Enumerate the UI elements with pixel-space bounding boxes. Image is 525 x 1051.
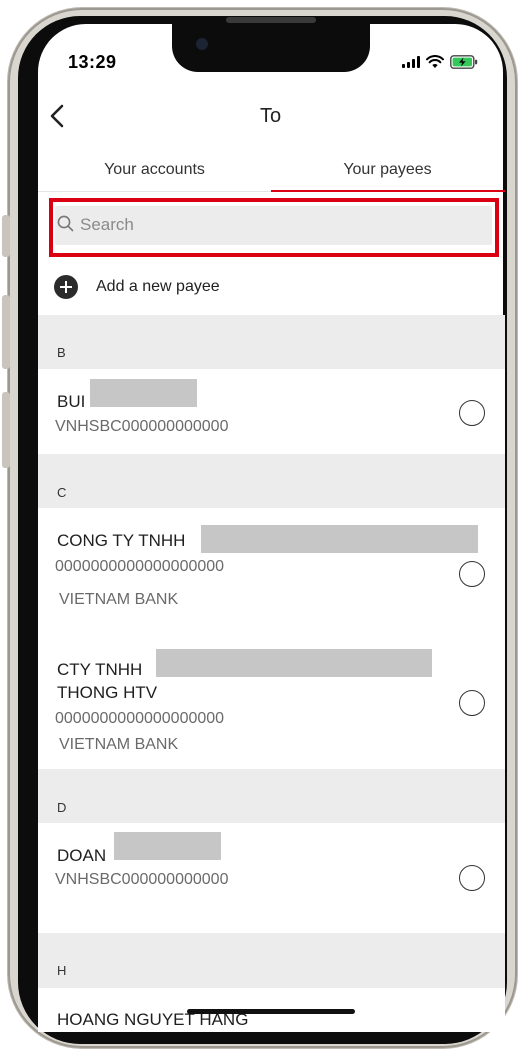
add-new-payee-button[interactable]: Add a new payee bbox=[54, 274, 220, 300]
payee-name-line-2: THONG HTV bbox=[57, 683, 158, 702]
add-circle-icon bbox=[54, 275, 78, 299]
redacted-name-block bbox=[114, 832, 221, 860]
tab-your-accounts[interactable]: Your accounts bbox=[38, 148, 271, 192]
payee-bank-name: VIETNAM BANK bbox=[59, 736, 179, 753]
section-letter: B bbox=[57, 345, 66, 360]
page-title: To bbox=[259, 105, 282, 127]
payee-select-radio[interactable] bbox=[459, 561, 485, 587]
home-indicator[interactable] bbox=[187, 1009, 355, 1014]
section-header-b: B bbox=[38, 315, 505, 369]
front-camera bbox=[196, 38, 208, 50]
cellular-signal-icon bbox=[402, 56, 420, 68]
section-header-c: C bbox=[38, 454, 505, 508]
payee-name: BUI bbox=[57, 392, 86, 411]
add-new-payee-label: Add a new payee bbox=[96, 278, 220, 295]
side-button-volume-up bbox=[2, 295, 10, 369]
section-letter: D bbox=[57, 800, 67, 815]
side-button-mute bbox=[2, 215, 10, 257]
payee-select-radio[interactable] bbox=[459, 400, 485, 426]
payee-name: CONG TY TNHH bbox=[57, 531, 186, 550]
payee-row[interactable]: BUI VNHSBC000000000000 bbox=[38, 369, 505, 454]
payee-account-number: 0000000000000000000 bbox=[55, 558, 225, 575]
payee-select-radio[interactable] bbox=[459, 865, 485, 891]
payee-account-number: 0000000000000000000 bbox=[55, 710, 225, 727]
redacted-name-block bbox=[201, 525, 478, 553]
section-letter: C bbox=[57, 485, 67, 500]
payee-name: DOAN bbox=[57, 846, 107, 865]
tab-your-payees[interactable]: Your payees bbox=[271, 148, 504, 192]
section-header-h: H bbox=[38, 933, 505, 988]
search-input[interactable] bbox=[80, 212, 480, 238]
active-tab-indicator bbox=[271, 190, 505, 192]
payee-bank-name: VIETNAM BANK bbox=[59, 591, 179, 608]
payee-row[interactable]: CTY TNHH THONG HTV 0000000000000000000 V… bbox=[38, 638, 505, 769]
wifi-icon bbox=[426, 55, 444, 68]
tab-bar: Your accounts Your payees bbox=[38, 148, 505, 192]
speaker-grille bbox=[226, 17, 316, 23]
payee-select-radio[interactable] bbox=[459, 690, 485, 716]
section-header-d: D bbox=[38, 769, 505, 823]
payee-account-number: VNHSBC000000000000 bbox=[55, 871, 229, 888]
payee-account-number: VNHSBC000000000000 bbox=[55, 418, 229, 435]
payee-row[interactable]: DOAN VNHSBC000000000000 bbox=[38, 823, 505, 933]
battery-charging-icon bbox=[450, 55, 478, 69]
section-letter: H bbox=[57, 963, 67, 978]
payee-row[interactable]: CONG TY TNHH 0000000000000000000 VIETNAM… bbox=[38, 508, 505, 638]
status-time: 13:29 bbox=[68, 52, 117, 72]
redacted-name-block bbox=[156, 649, 432, 677]
payee-name-line-1: CTY TNHH bbox=[57, 660, 143, 679]
side-button-volume-down bbox=[2, 392, 10, 468]
status-icons bbox=[402, 54, 478, 70]
search-icon bbox=[57, 215, 74, 232]
redacted-name-block bbox=[90, 379, 197, 407]
